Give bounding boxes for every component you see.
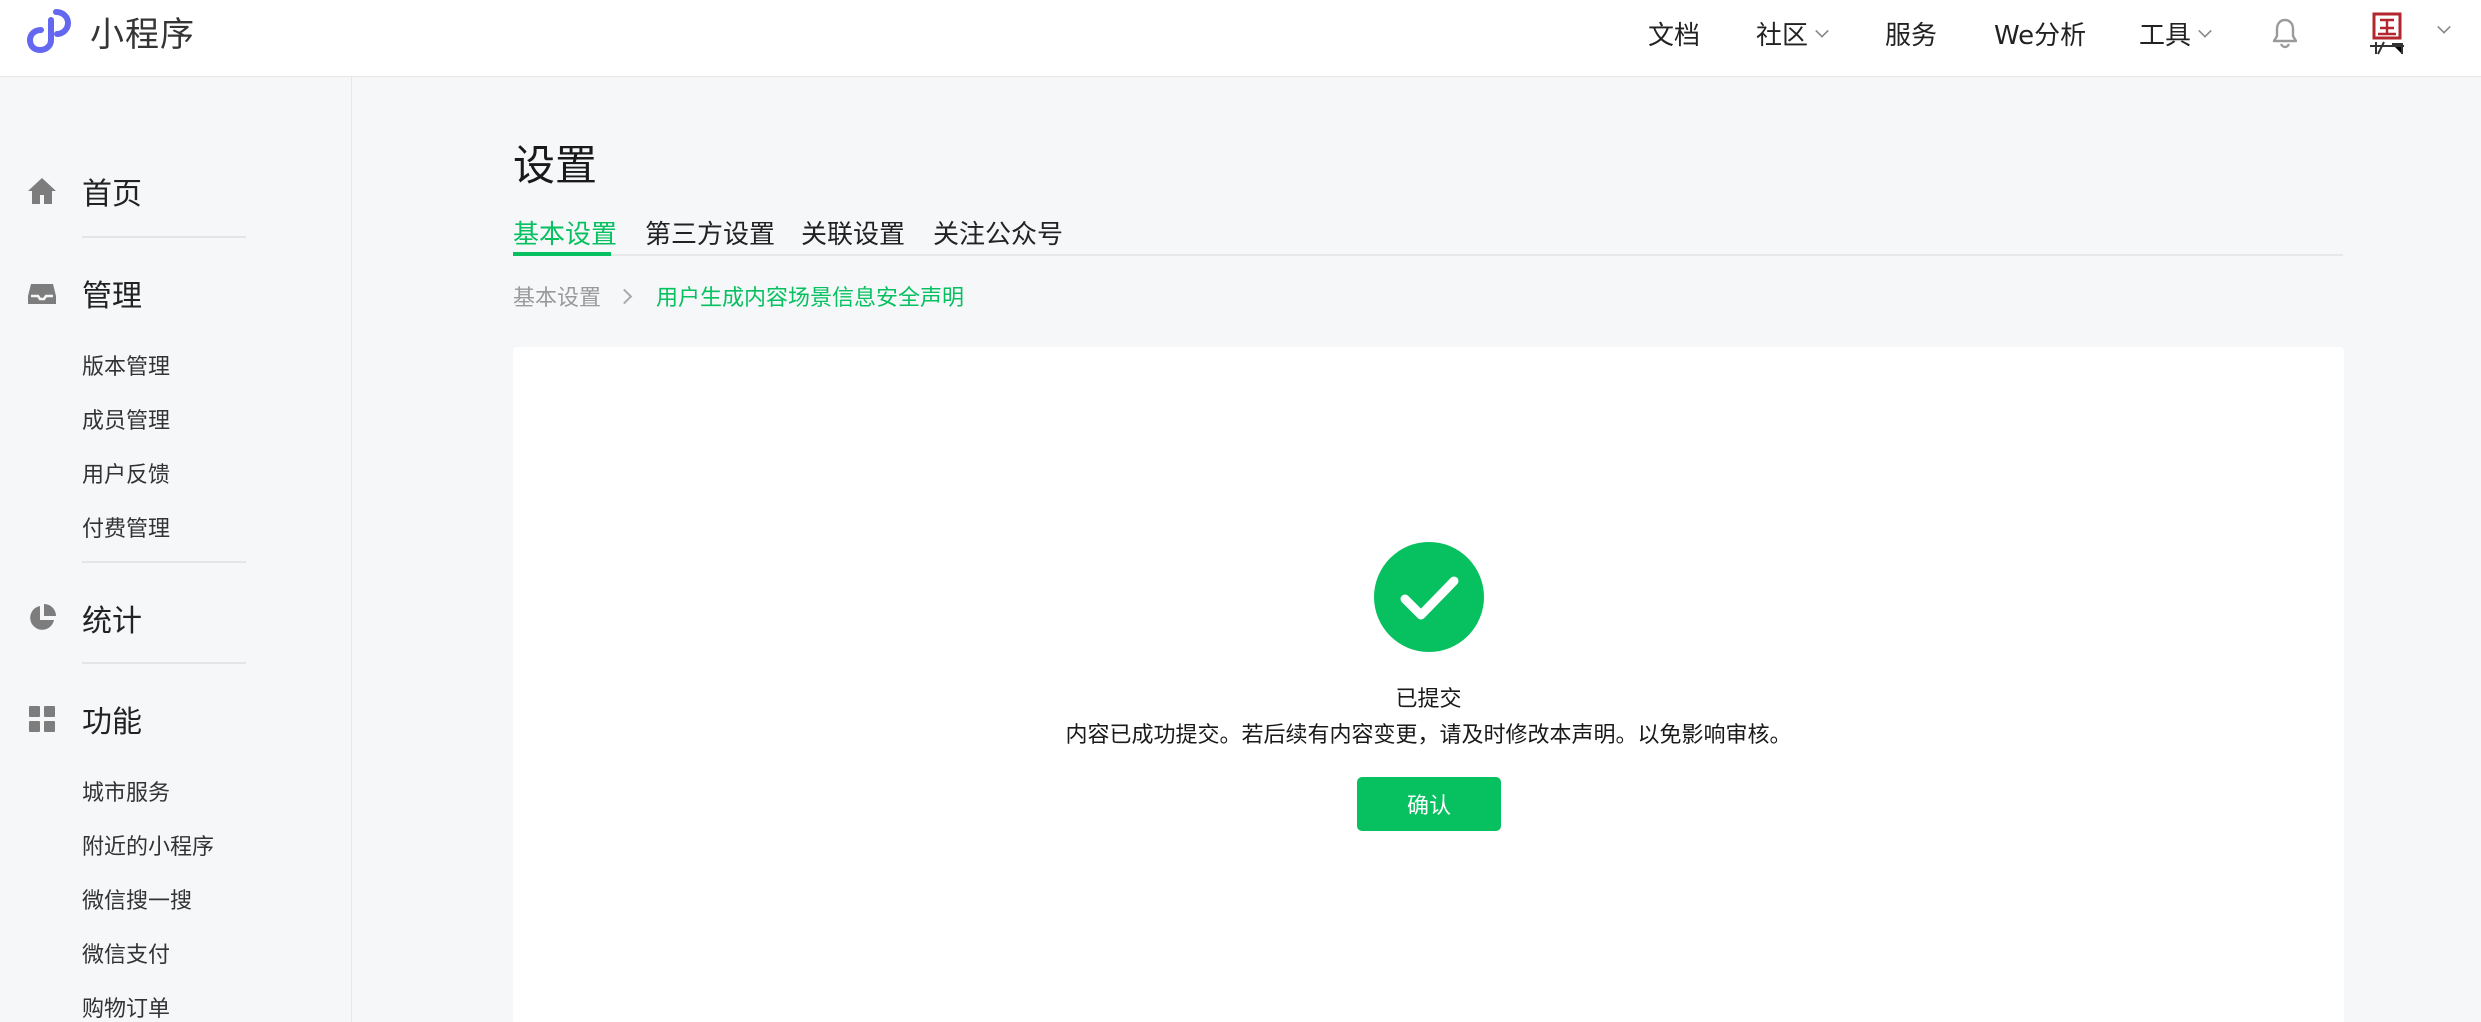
- divider: [82, 236, 246, 238]
- check-circle-icon: [1374, 542, 1484, 652]
- sidebar-item-features[interactable]: 功能: [26, 697, 142, 741]
- breadcrumb-basic-settings[interactable]: 基本设置: [513, 280, 601, 312]
- tab-third-party[interactable]: 第三方设置: [645, 214, 775, 251]
- sidebar-item-orders[interactable]: 购物订单: [82, 991, 170, 1022]
- sidebar-item-members[interactable]: 成员管理: [82, 403, 170, 435]
- confirm-button[interactable]: 确认: [1357, 777, 1501, 831]
- sidebar-item-wechat-pay[interactable]: 微信支付: [82, 937, 170, 969]
- nav-tools-label: 工具: [2139, 20, 2192, 51]
- nav-tools[interactable]: 工具: [2139, 15, 2212, 52]
- active-tab-indicator: [513, 252, 611, 256]
- sidebar-item-billing[interactable]: 付费管理: [82, 511, 170, 543]
- nav-docs[interactable]: 文档: [1648, 15, 1700, 52]
- settings-tabs: 基本设置 第三方设置 关联设置 关注公众号: [513, 210, 2343, 256]
- sidebar-item-nearby[interactable]: 附近的小程序: [82, 829, 214, 861]
- sidebar-item-feedback[interactable]: 用户反馈: [82, 457, 170, 489]
- sidebar-item-stats[interactable]: 统计: [26, 596, 142, 640]
- nav-service[interactable]: 服务: [1885, 15, 1937, 52]
- sidebar: 首页 管理 版本管理 成员管理 用户反馈 付费管理 统计 功能 城市服务 附近的…: [0, 77, 352, 1022]
- pie-chart-icon: [30, 604, 56, 630]
- nav-docs-label: 文档: [1648, 20, 1701, 51]
- sidebar-item-wechat-search[interactable]: 微信搜一搜: [82, 883, 192, 915]
- sidebar-item-manage[interactable]: 管理: [26, 271, 142, 315]
- nav-analysis[interactable]: We分析: [1994, 15, 2086, 52]
- page-title: 设置: [513, 141, 598, 190]
- result-card: 已提交 内容已成功提交。若后续有内容变更，请及时修改本声明。以免影响审核。 确认: [513, 347, 2344, 1022]
- nav-analysis-label: We分析: [1994, 20, 2087, 51]
- breadcrumb-current: 用户生成内容场景信息安全声明: [656, 286, 965, 311]
- chevron-down-icon[interactable]: [2437, 20, 2451, 34]
- avatar[interactable]: [2362, 10, 2412, 60]
- brand-name: 小程序: [90, 14, 195, 55]
- sidebar-item-home[interactable]: 首页: [26, 169, 142, 213]
- sidebar-item-city-services[interactable]: 城市服务: [82, 775, 170, 807]
- sidebar-item-label: 统计: [82, 604, 142, 639]
- divider: [82, 662, 246, 664]
- grid-icon: [29, 706, 55, 732]
- nav-community-label: 社区: [1756, 20, 1809, 51]
- breadcrumb: 基本设置 用户生成内容场景信息安全声明: [513, 280, 964, 312]
- chevron-right-icon: [616, 288, 633, 304]
- sidebar-item-label: 首页: [82, 177, 142, 212]
- nav-community[interactable]: 社区: [1756, 15, 1829, 52]
- result-description: 内容已成功提交。若后续有内容变更，请及时修改本声明。以免影响审核。: [1065, 723, 1792, 748]
- tab-follow-official-account[interactable]: 关注公众号: [933, 214, 1063, 251]
- chevron-down-icon: [1815, 24, 1829, 38]
- result-title: 已提交: [1395, 687, 1462, 712]
- home-icon: [28, 178, 56, 204]
- brand[interactable]: 小程序: [26, 8, 195, 55]
- sidebar-item-label: 功能: [82, 705, 142, 740]
- nav-service-label: 服务: [1885, 20, 1938, 51]
- inbox-icon: [28, 284, 56, 304]
- chevron-down-icon: [2198, 24, 2212, 38]
- divider: [82, 561, 246, 563]
- top-bar: 小程序 文档 社区 服务 We分析 工具: [0, 0, 2481, 77]
- sidebar-item-versions[interactable]: 版本管理: [82, 349, 170, 381]
- tab-linked-settings[interactable]: 关联设置: [801, 214, 905, 251]
- bell-icon[interactable]: [2270, 17, 2300, 49]
- sidebar-item-label: 管理: [82, 279, 142, 314]
- mini-program-logo-icon: [26, 9, 72, 54]
- tab-basic-settings[interactable]: 基本设置: [513, 214, 617, 251]
